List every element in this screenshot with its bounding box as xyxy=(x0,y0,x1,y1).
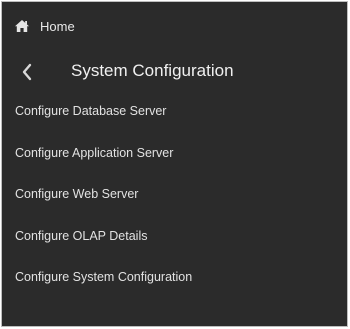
chevron-left-icon[interactable] xyxy=(20,62,34,82)
navigation-panel: Home System Configuration Configure Data… xyxy=(1,1,348,327)
menu-item-configure-system-configuration[interactable]: Configure System Configuration xyxy=(15,265,335,307)
menu-item-configure-application-server[interactable]: Configure Application Server xyxy=(15,141,335,183)
home-icon xyxy=(14,19,30,33)
home-link[interactable]: Home xyxy=(14,16,75,36)
home-label: Home xyxy=(40,18,75,34)
menu-item-configure-database-server[interactable]: Configure Database Server xyxy=(15,99,335,141)
page-title: System Configuration xyxy=(71,61,234,80)
menu-item-configure-olap-details[interactable]: Configure OLAP Details xyxy=(15,224,335,266)
menu-item-configure-web-server[interactable]: Configure Web Server xyxy=(15,182,335,224)
section-header: System Configuration xyxy=(14,60,334,86)
configuration-menu: Configure Database Server Configure Appl… xyxy=(15,99,335,307)
